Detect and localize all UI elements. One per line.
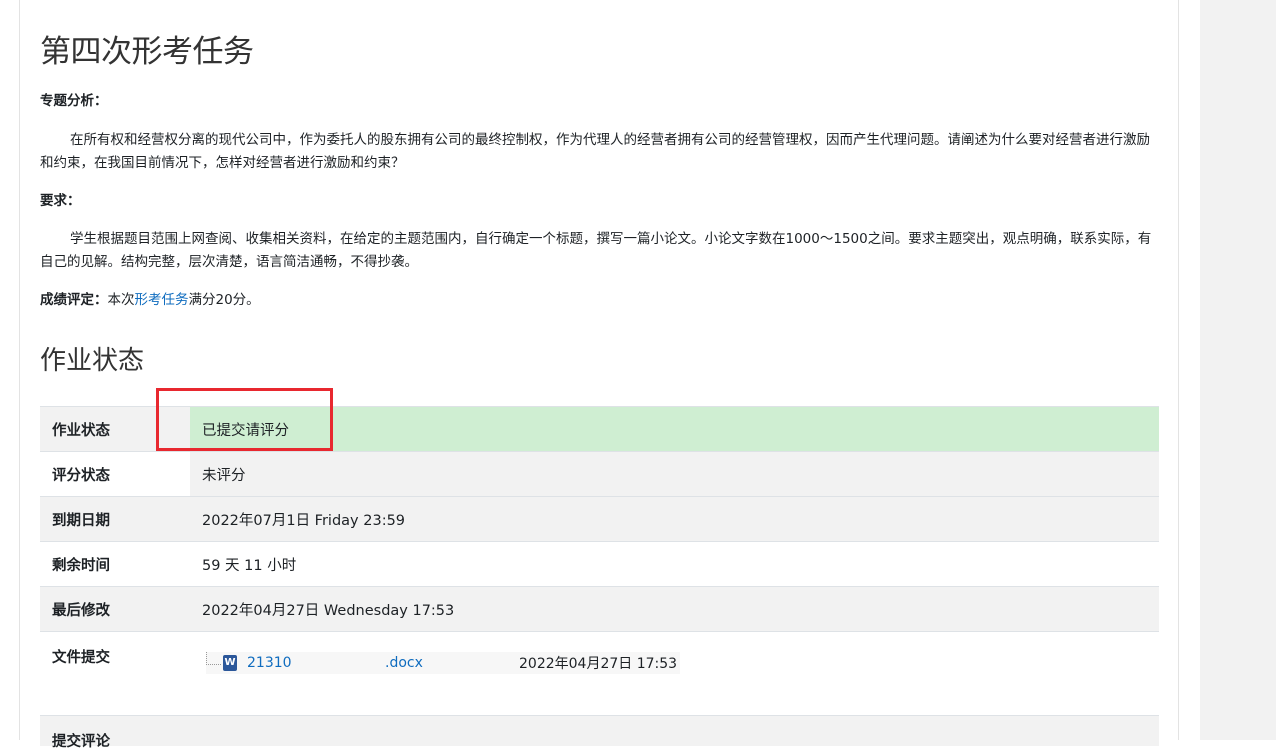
status-row-submission-comments: 提交评论 [40,715,1159,750]
status-row-grading: 评分状态 未评分 [40,451,1159,497]
requirement-label-line: 要求： [40,190,1155,213]
submission-status-value: 已提交请评分 [190,406,1159,452]
due-date-value: 2022年07月1日 Friday 23:59 [190,496,1159,542]
tree-connector [206,651,221,665]
topic-text: 在所有权和经营权分离的现代公司中，作为委托人的股东拥有公司的最终控制权，作为代理… [40,132,1150,171]
row-label: 到期日期 [40,496,190,542]
right-side-panel [1200,0,1276,740]
topic-label-line: 专题分析： [40,90,1155,113]
file-date: 2022年04月27日 17:53 [519,656,678,672]
grading-status-value: 未评分 [190,451,1159,497]
grading-label: 成绩评定： [40,292,108,308]
row-label: 提交评论 [52,734,110,750]
requirement-text: 学生根据题目范围上网查阅、收集相关资料，在给定的主题范围内，自行确定一个标题，撰… [40,231,1152,270]
word-doc-icon: W [223,655,237,671]
grading-suffix: 满分20分。 [188,292,260,308]
time-remaining-value: 59 天 11 小时 [190,541,1159,587]
grading-link[interactable]: 形考任务 [135,292,189,308]
last-modified-value: 2022年04月27日 Wednesday 17:53 [190,586,1159,632]
submission-status-table: 作业状态 已提交请评分 评分状态 未评分 到期日期 2022年07月1日 Fri… [40,406,1159,710]
file-link[interactable]: 21310 .docx [247,655,519,671]
page-title: 第四次形考任务 [40,34,254,70]
red-highlight-box [156,388,333,451]
file-item: W 21310 .docx 2022年04月27日 17:53 [206,651,680,674]
row-label: 剩余时间 [40,541,190,587]
row-label: 最后修改 [40,586,190,632]
status-row-due-date: 到期日期 2022年07月1日 Friday 23:59 [40,496,1159,542]
grading-prefix: 本次 [107,292,135,308]
topic-label: 专题分析： [40,93,108,109]
status-section-title: 作业状态 [40,346,145,376]
grading-line: 成绩评定：本次形考任务满分20分。 [40,289,1155,312]
status-row-last-modified: 最后修改 2022年04月27日 Wednesday 17:53 [40,586,1159,632]
row-label: 评分状态 [40,451,190,497]
row-label: 文件提交 [40,631,190,710]
status-row-time-remaining: 剩余时间 59 天 11 小时 [40,541,1159,587]
status-row-file-submissions: 文件提交 W 21310 .docx 2022年04月27日 17:53 [40,631,1159,710]
file-submissions-cell: W 21310 .docx 2022年04月27日 17:53 [190,631,1159,710]
requirement-label: 要求： [40,193,81,209]
